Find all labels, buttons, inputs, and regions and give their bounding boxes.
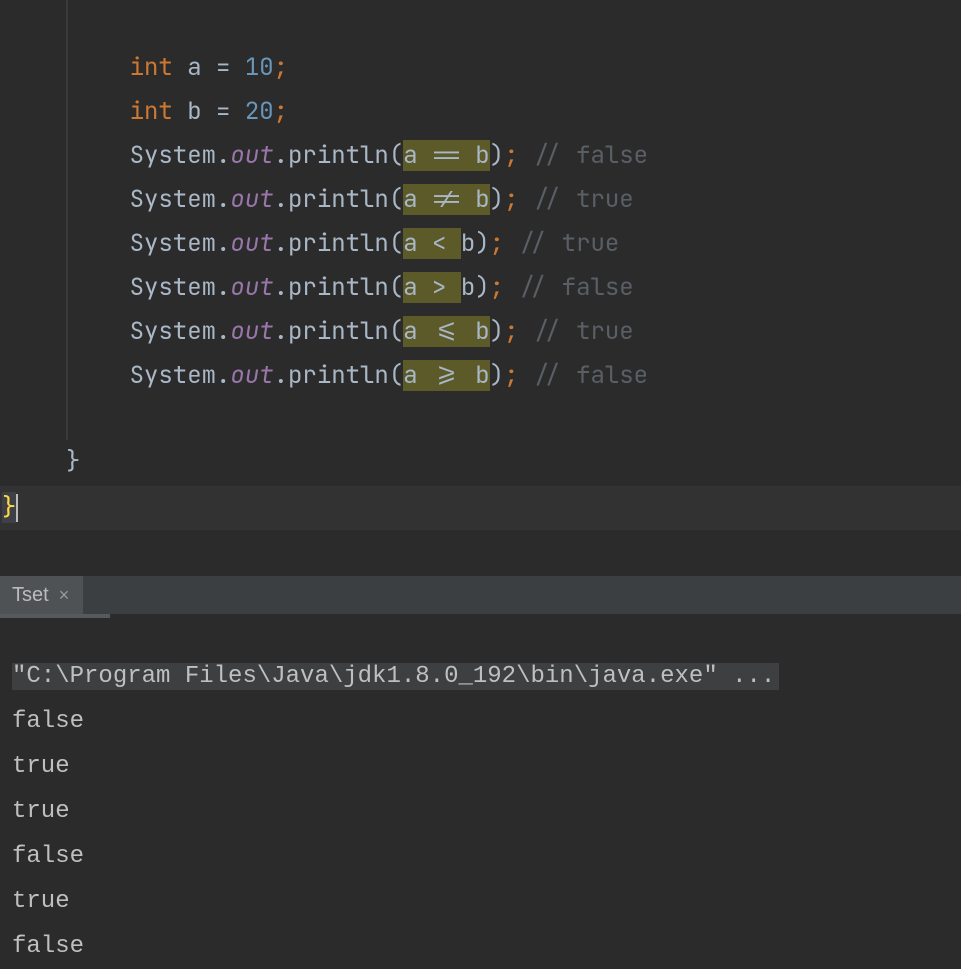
tab-underline <box>0 614 110 618</box>
class-system: System <box>130 272 216 303</box>
source-code[interactable]: int a = 10; int b = 20; System.out.print… <box>0 46 648 398</box>
run-tab[interactable]: Tset × <box>0 576 83 616</box>
method-close-brace: } <box>66 440 80 484</box>
console-line: true <box>12 798 70 825</box>
assign-op: = <box>216 52 230 83</box>
console-command-line: "C:\Program Files\Java\jdk1.8.0_192\bin\… <box>12 663 779 690</box>
method-println: println <box>288 228 389 259</box>
field-out: out <box>230 316 273 347</box>
method-println: println <box>288 140 389 171</box>
code-editor-pane[interactable]: int a = 10; int b = 20; System.out.print… <box>0 0 961 560</box>
assign-op: = <box>216 96 230 127</box>
var-a: a <box>187 52 201 83</box>
console-line: false <box>12 843 84 870</box>
run-tabs-bar: Tset × <box>0 576 961 614</box>
class-system: System <box>130 184 216 215</box>
console-line: false <box>12 708 84 735</box>
field-out: out <box>230 272 273 303</box>
text-caret <box>16 494 18 522</box>
class-close-brace: } <box>2 486 18 530</box>
console-line: true <box>12 888 70 915</box>
literal-20: 20 <box>245 96 274 127</box>
field-out: out <box>230 140 273 171</box>
console-line: true <box>12 753 70 780</box>
current-line-highlight <box>0 486 961 530</box>
literal-10: 10 <box>245 52 274 83</box>
comment: // true <box>518 316 633 347</box>
comment: // false <box>518 360 648 391</box>
semicolon: ; <box>274 96 288 127</box>
comment: // false <box>518 140 648 171</box>
class-system: System <box>130 316 216 347</box>
method-println: println <box>288 316 389 347</box>
semicolon: ; <box>274 52 288 83</box>
run-tab-label: Tset <box>12 584 49 607</box>
close-icon[interactable]: × <box>59 585 70 606</box>
method-println: println <box>288 272 389 303</box>
comment: // false <box>504 272 634 303</box>
field-out: out <box>230 228 273 259</box>
class-system: System <box>130 360 216 391</box>
field-out: out <box>230 360 273 391</box>
keyword-int: int <box>130 96 173 127</box>
keyword-int: int <box>130 52 173 83</box>
comment: // true <box>504 228 619 259</box>
console-line: false <box>12 933 84 960</box>
class-system: System <box>130 140 216 171</box>
class-system: System <box>130 228 216 259</box>
method-println: println <box>288 184 389 215</box>
console-output[interactable]: "C:\Program Files\Java\jdk1.8.0_192\bin\… <box>12 654 961 969</box>
comment: // true <box>518 184 633 215</box>
field-out: out <box>230 184 273 215</box>
var-b: b <box>187 96 201 127</box>
method-println: println <box>288 360 389 391</box>
